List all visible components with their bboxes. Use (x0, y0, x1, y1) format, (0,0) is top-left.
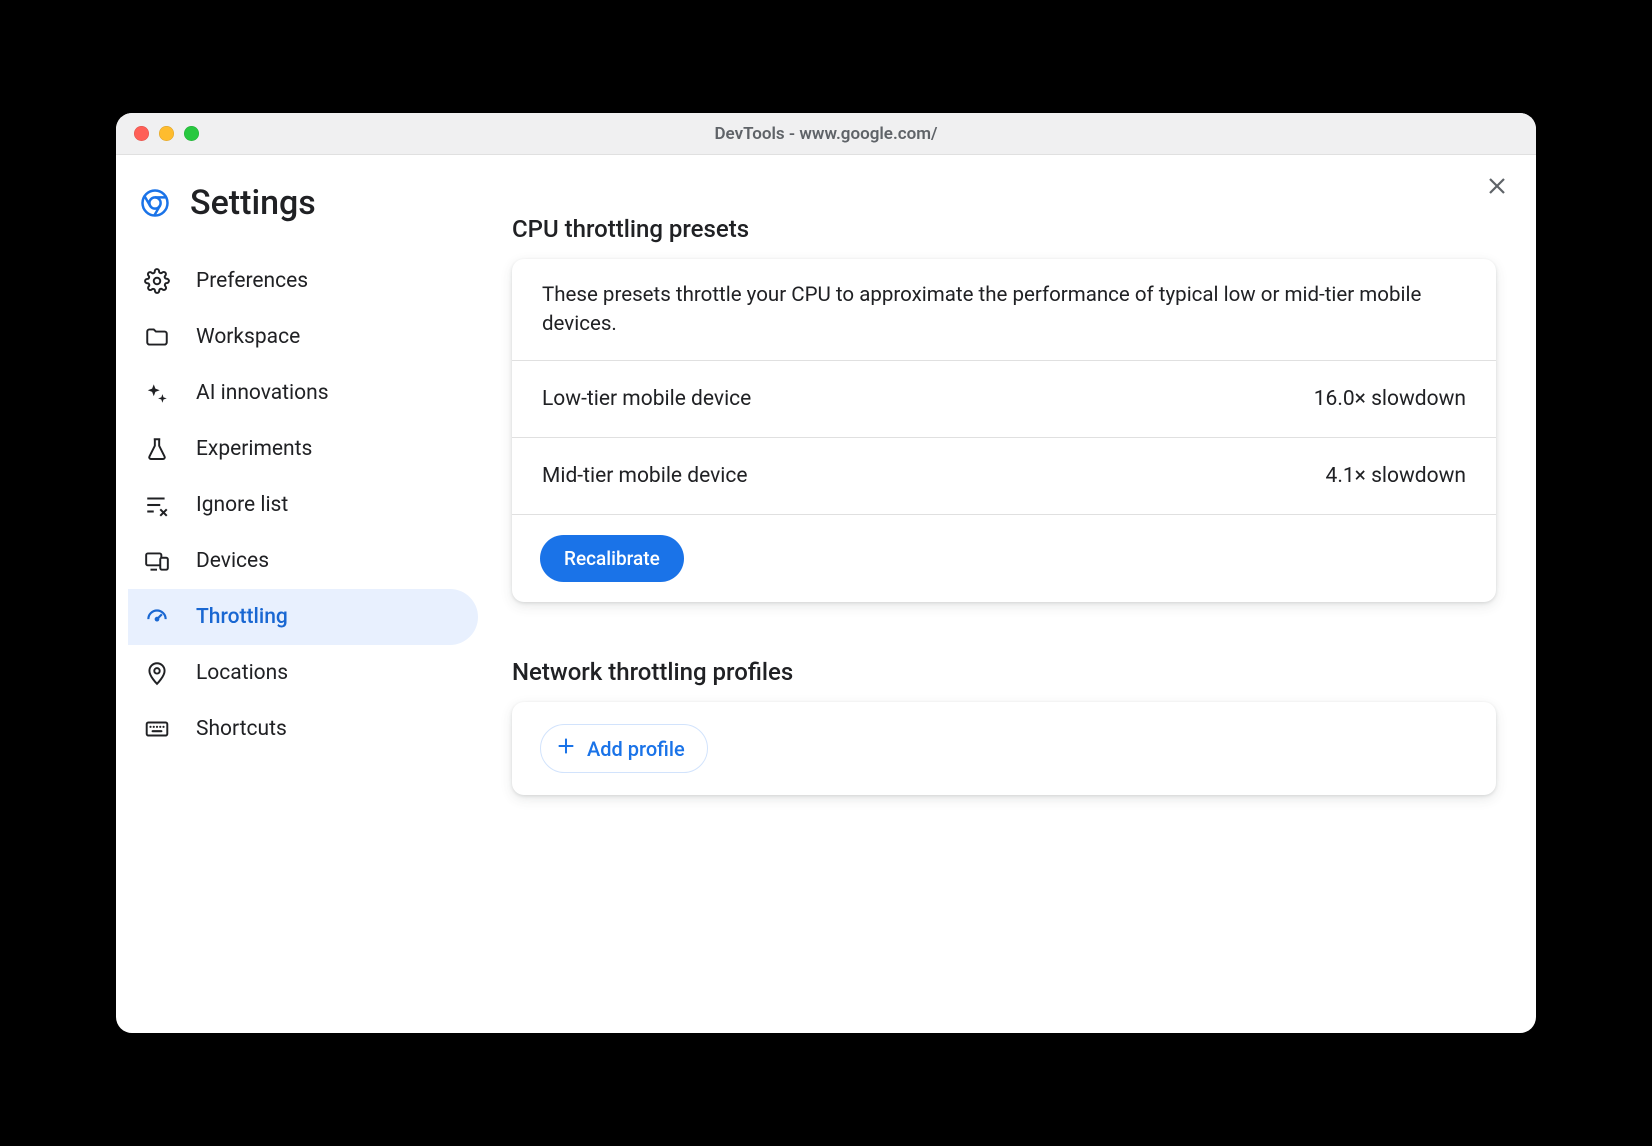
sidebar-item-preferences[interactable]: Preferences (128, 253, 478, 309)
cpu-section-heading: CPU throttling presets (512, 215, 1496, 243)
close-settings-button[interactable] (1482, 173, 1512, 203)
sidebar-item-label: Workspace (196, 325, 300, 349)
keyboard-icon (144, 716, 170, 742)
sparkle-icon (144, 380, 170, 406)
sidebar-item-label: AI innovations (196, 381, 329, 405)
location-pin-icon (144, 660, 170, 686)
sidebar-item-ai-innovations[interactable]: AI innovations (128, 365, 478, 421)
add-profile-button[interactable]: Add profile (540, 724, 708, 773)
sidebar-item-devices[interactable]: Devices (128, 533, 478, 589)
plus-icon (555, 735, 577, 762)
preset-name: Low-tier mobile device (542, 387, 751, 411)
devices-icon (144, 548, 170, 574)
sidebar-item-workspace[interactable]: Workspace (128, 309, 478, 365)
cpu-presets-description: These presets throttle your CPU to appro… (512, 259, 1496, 361)
sidebar-item-label: Preferences (196, 269, 308, 293)
close-window-button[interactable] (134, 126, 149, 141)
titlebar: DevTools - www.google.com/ (116, 113, 1536, 155)
cpu-presets-card: These presets throttle your CPU to appro… (512, 259, 1496, 602)
filter-remove-icon (144, 492, 170, 518)
page-title: Settings (190, 183, 316, 223)
chrome-icon (140, 188, 170, 218)
speedometer-icon (144, 604, 170, 630)
sidebar-item-label: Locations (196, 661, 288, 685)
add-profile-label: Add profile (587, 737, 685, 761)
sidebar: Settings Preferences (116, 155, 486, 1033)
sidebar-item-label: Shortcuts (196, 717, 287, 741)
preset-value: 4.1× slowdown (1326, 464, 1466, 488)
window-body: Settings Preferences (116, 155, 1536, 1033)
recalibrate-button[interactable]: Recalibrate (540, 535, 684, 582)
preset-row-mid-tier: Mid-tier mobile device 4.1× slowdown (512, 438, 1496, 515)
maximize-window-button[interactable] (184, 126, 199, 141)
folder-icon (144, 324, 170, 350)
sidebar-item-ignore-list[interactable]: Ignore list (128, 477, 478, 533)
sidebar-item-label: Devices (196, 549, 269, 573)
sidebar-item-experiments[interactable]: Experiments (128, 421, 478, 477)
sidebar-item-locations[interactable]: Locations (128, 645, 478, 701)
preset-value: 16.0× slowdown (1314, 387, 1466, 411)
preset-row-low-tier: Low-tier mobile device 16.0× slowdown (512, 361, 1496, 438)
gear-icon (144, 268, 170, 294)
sidebar-item-throttling[interactable]: Throttling (128, 589, 478, 645)
preset-name: Mid-tier mobile device (542, 464, 748, 488)
window: DevTools - www.google.com/ (116, 113, 1536, 1033)
network-section-heading: Network throttling profiles (512, 658, 1496, 686)
close-icon (1485, 174, 1509, 202)
network-profiles-card: Add profile (512, 702, 1496, 795)
sidebar-items: Preferences Workspace (116, 243, 486, 757)
sidebar-item-label: Throttling (196, 605, 288, 629)
traffic-lights (134, 126, 199, 141)
cpu-card-footer: Recalibrate (512, 515, 1496, 602)
main-content: CPU throttling presets These presets thr… (486, 155, 1536, 1033)
window-title: DevTools - www.google.com/ (116, 124, 1536, 144)
sidebar-item-label: Ignore list (196, 493, 288, 517)
minimize-window-button[interactable] (159, 126, 174, 141)
sidebar-item-label: Experiments (196, 437, 312, 461)
settings-header: Settings (116, 183, 486, 243)
flask-icon (144, 436, 170, 462)
sidebar-item-shortcuts[interactable]: Shortcuts (128, 701, 478, 757)
